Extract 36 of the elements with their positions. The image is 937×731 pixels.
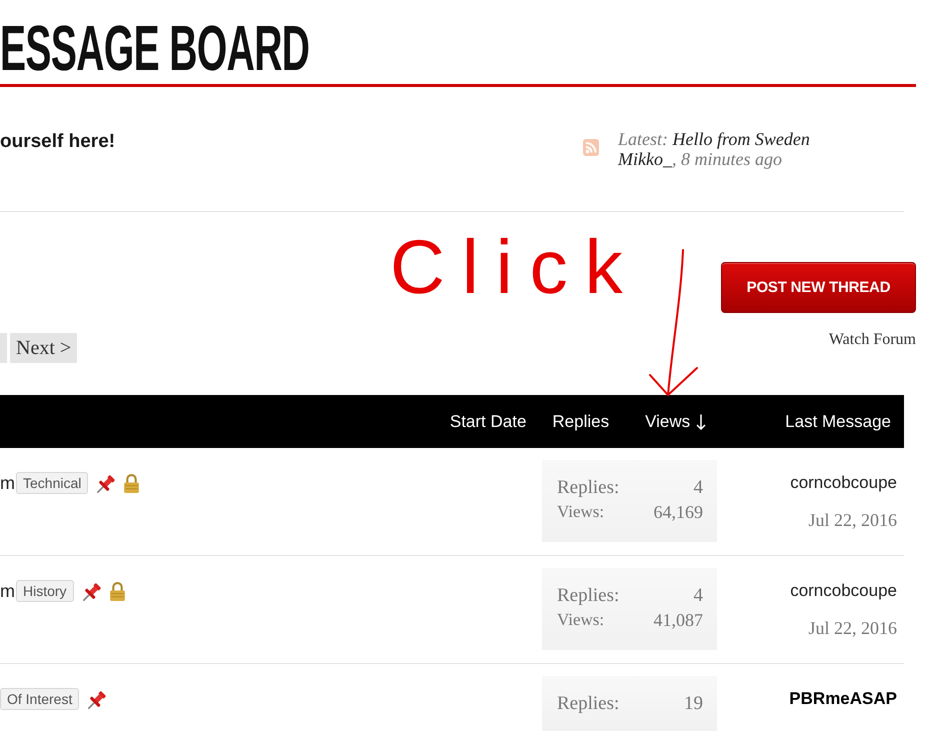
stat-value: 41,087 [654,609,703,632]
next-page-link[interactable]: Next > [10,333,78,363]
column-header[interactable]: Replies [552,410,610,432]
post-new-thread-button[interactable]: POST NEW THREAD [721,262,916,313]
author-link[interactable]: Mikko_ [618,149,672,169]
column-header[interactable]: Views [645,410,706,432]
thread-title[interactable]: m [0,472,15,494]
stat-label: Replies: [557,584,620,608]
last-poster-link[interactable]: corncobcoupe [790,472,897,494]
last-message-date: Jul 22, 2016 [808,617,897,639]
last-message-date: Jul 22, 2016 [808,509,897,531]
column-header[interactable]: Start Date [450,410,526,432]
category-tag[interactable]: History [16,580,74,602]
post-time: , 8 minutes ago [672,149,782,169]
stat-value: 4 [694,476,703,500]
forum-description: ourself here! [0,131,116,152]
thread-title[interactable]: m [0,580,15,602]
category-tag[interactable]: Technical [16,472,88,494]
latest-label: Latest: [618,129,668,149]
stat-label: Replies: [557,476,620,500]
stat-label: Replies: [557,692,620,716]
stat-label: Views: [557,501,604,523]
watch-forum-link[interactable]: Watch Forum [828,331,916,349]
stat-value: 19 [684,692,703,716]
page-link[interactable] [0,333,7,363]
handwritten-annotation: Click [390,230,640,306]
column-header[interactable]: Last Message [785,410,891,432]
stat-label: Views: [557,609,604,631]
last-poster-link[interactable]: corncobcoupe [790,580,897,602]
last-poster-link[interactable]: PBRmeASAP [789,688,897,710]
rss-icon[interactable] [583,139,599,156]
stat-value: 4 [694,584,703,608]
stat-value: 64,169 [654,501,703,524]
page-title: ESSAGE BOARD [0,16,310,80]
category-tag[interactable]: Of Interest [0,688,80,710]
latest-thread-link[interactable]: Hello from Sweden [672,129,810,149]
